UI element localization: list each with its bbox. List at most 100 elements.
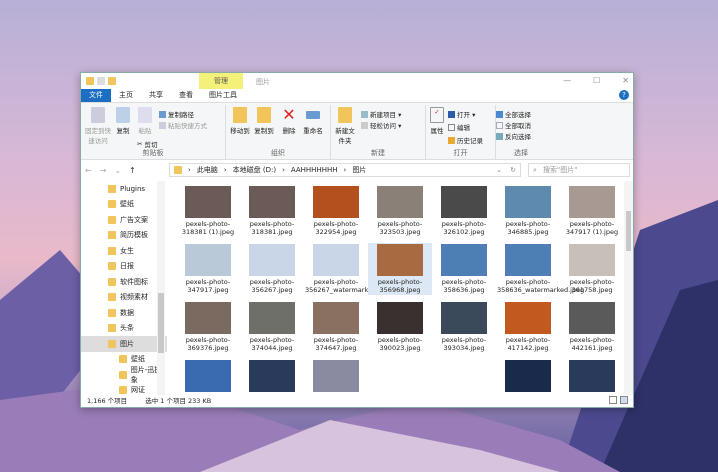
tab-share[interactable]: 共享 (141, 89, 171, 102)
breadcrumb-item[interactable]: AAHHHHHHH (291, 166, 338, 174)
tab-picture-tools[interactable]: 图片工具 (201, 89, 245, 102)
select-all-button[interactable]: 全部选择 (496, 109, 531, 119)
open-button[interactable]: 打开 ▾ (448, 109, 475, 119)
invert-selection-button[interactable]: 反向选择 (496, 131, 531, 141)
file-item[interactable]: pexels-photo-318381.jpeg (240, 185, 304, 237)
history-button[interactable]: 历史记录 (448, 135, 483, 145)
tab-home[interactable]: 主页 (111, 89, 141, 102)
file-item[interactable]: pexels-photo-374647.jpeg (304, 301, 368, 353)
group-label: 新建 (371, 149, 385, 157)
up-button[interactable]: ↑ (129, 166, 136, 175)
tree-item[interactable]: 女生 (81, 243, 167, 259)
file-item[interactable]: pexels-photo-390023.jpeg (368, 301, 432, 353)
tree-item[interactable]: 简历模板 (81, 228, 167, 244)
file-item[interactable] (304, 359, 368, 395)
thumbnail-image (185, 302, 231, 334)
close-button[interactable]: ✕ (622, 76, 629, 85)
file-item[interactable]: pexels-photo-369376.jpeg (176, 301, 240, 353)
paste-icon (138, 107, 152, 123)
file-item[interactable]: pexels-photo-393034.jpeg (432, 301, 496, 353)
properties-icon[interactable] (97, 77, 105, 85)
address-bar[interactable]: › 此电脑 › 本地磁盘 (D:) › AAHHHHHHH › 图片 ⌄ ↻ (169, 163, 521, 177)
help-icon[interactable]: ? (619, 90, 629, 100)
file-item[interactable] (496, 359, 560, 395)
tree-item[interactable]: 日报 (81, 259, 167, 275)
back-button[interactable]: ← (85, 166, 92, 175)
file-item[interactable]: pexels-photo-322954.jpeg (304, 185, 368, 237)
search-input[interactable]: ⌕ 搜索"图片" (528, 163, 630, 177)
easy-access-button[interactable]: 轻松访问 ▾ (361, 120, 401, 130)
window-title: 图片 (256, 78, 270, 86)
pin-button[interactable]: 固定到快速访问 (83, 107, 113, 145)
select-none-button[interactable]: 全部取消 (496, 120, 531, 130)
forward-button[interactable]: → (100, 166, 107, 175)
file-item[interactable] (368, 359, 432, 395)
group-new: 新建文件夹 新建项目 ▾ 轻松访问 ▾ 新建 (331, 105, 426, 159)
file-name: pexels-photo-347917.jpeg (185, 278, 231, 294)
file-item[interactable]: pexels-photo-374044.jpeg (240, 301, 304, 353)
file-item[interactable]: pexels-photo-356267.jpeg (240, 243, 304, 295)
tree-item[interactable]: 壁纸 (81, 197, 167, 213)
new-folder-button[interactable]: 新建文件夹 (333, 107, 357, 145)
tree-item[interactable]: Plugins (81, 181, 167, 197)
file-item[interactable] (176, 359, 240, 395)
file-item[interactable]: pexels-photo-323503.jpeg (368, 185, 432, 237)
file-item[interactable]: pexels-photo-356267_watermarked.jpeg (304, 243, 392, 295)
tree-item[interactable]: 数据 (81, 305, 167, 321)
file-item[interactable]: pexels-photo-347917.jpeg (176, 243, 240, 295)
tree-item[interactable]: 图片-迅捷象 (81, 366, 167, 384)
tree-item[interactable]: 头条 (81, 321, 167, 337)
breadcrumb-item[interactable]: 图片 (352, 165, 366, 175)
tree-item[interactable]: 图片 (81, 336, 167, 352)
delete-button[interactable]: ✕ 删除 (279, 107, 299, 136)
copy-to-button[interactable]: 复制到 (253, 107, 275, 135)
file-item[interactable]: pexels-photo-346885.jpeg (496, 185, 560, 237)
rename-button[interactable]: 重命名 (301, 107, 325, 135)
copy-path-button[interactable]: 复制路径 (159, 109, 194, 119)
file-item[interactable]: pexels-photo-358636_watermarked.jpeg (496, 243, 584, 295)
edit-button[interactable]: 编辑 (448, 122, 470, 132)
nav-scrollbar[interactable] (157, 181, 165, 395)
content-scrollbar[interactable] (624, 181, 633, 395)
tab-view[interactable]: 查看 (171, 89, 201, 102)
scrollbar-thumb[interactable] (158, 293, 164, 353)
item-count: 1,166 个项目 (87, 397, 128, 405)
file-item[interactable]: pexels-photo-326102.jpeg (432, 185, 496, 237)
file-item[interactable]: pexels-photo-361758.jpeg (560, 243, 624, 295)
file-item[interactable]: pexels-photo-358636.jpeg (432, 243, 496, 295)
breadcrumb-item[interactable]: 此电脑 (197, 165, 218, 175)
file-item[interactable] (240, 359, 304, 395)
large-icons-view-icon[interactable] (620, 396, 628, 404)
new-folder-icon[interactable] (108, 77, 116, 85)
refresh-icon[interactable]: ↻ (510, 166, 516, 174)
file-name: pexels-photo-393034.jpeg (441, 336, 487, 352)
file-item[interactable]: pexels-photo-318381 (1).jpeg (176, 185, 240, 237)
file-name: pexels-photo-356267.jpeg (249, 278, 295, 294)
context-tab-manage[interactable]: 管理 (199, 73, 243, 89)
file-item[interactable]: pexels-photo-417142.jpeg (496, 301, 560, 353)
tree-item[interactable]: 软件图标 (81, 274, 167, 290)
paste-shortcut-button[interactable]: 粘贴快捷方式 (159, 120, 207, 130)
file-item[interactable] (432, 359, 496, 395)
copy-button[interactable]: 复制 (113, 107, 133, 135)
chevron-down-icon[interactable]: ⌄ (496, 166, 502, 174)
file-item[interactable] (560, 359, 624, 395)
maximize-button[interactable]: ☐ (593, 76, 600, 85)
new-item-button[interactable]: 新建项目 ▾ (361, 109, 401, 119)
breadcrumb-item[interactable]: 本地磁盘 (D:) (233, 165, 276, 175)
scrollbar-thumb[interactable] (626, 211, 631, 251)
file-view: pexels-photo-318381 (1).jpeg pexels-photo… (171, 181, 625, 395)
file-item[interactable]: pexels-photo-347917 (1).jpeg (560, 185, 624, 237)
properties-button[interactable]: ✓ 属性 (428, 107, 446, 135)
minimize-button[interactable]: — (563, 76, 571, 85)
file-item[interactable]: pexels-photo-442161.jpeg (560, 301, 624, 353)
folder-icon (108, 293, 116, 302)
tab-file[interactable]: 文件 (81, 89, 111, 102)
tree-item[interactable]: 视频素材 (81, 290, 167, 306)
file-item[interactable]: pexels-photo-356968.jpeg (368, 243, 432, 295)
paste-button[interactable]: 粘贴 (135, 107, 155, 135)
tree-item[interactable]: 广告文案 (81, 212, 167, 228)
recent-dropdown[interactable]: ⌄ (114, 166, 121, 175)
details-view-icon[interactable] (609, 396, 617, 404)
move-to-button[interactable]: 移动到 (229, 107, 251, 135)
